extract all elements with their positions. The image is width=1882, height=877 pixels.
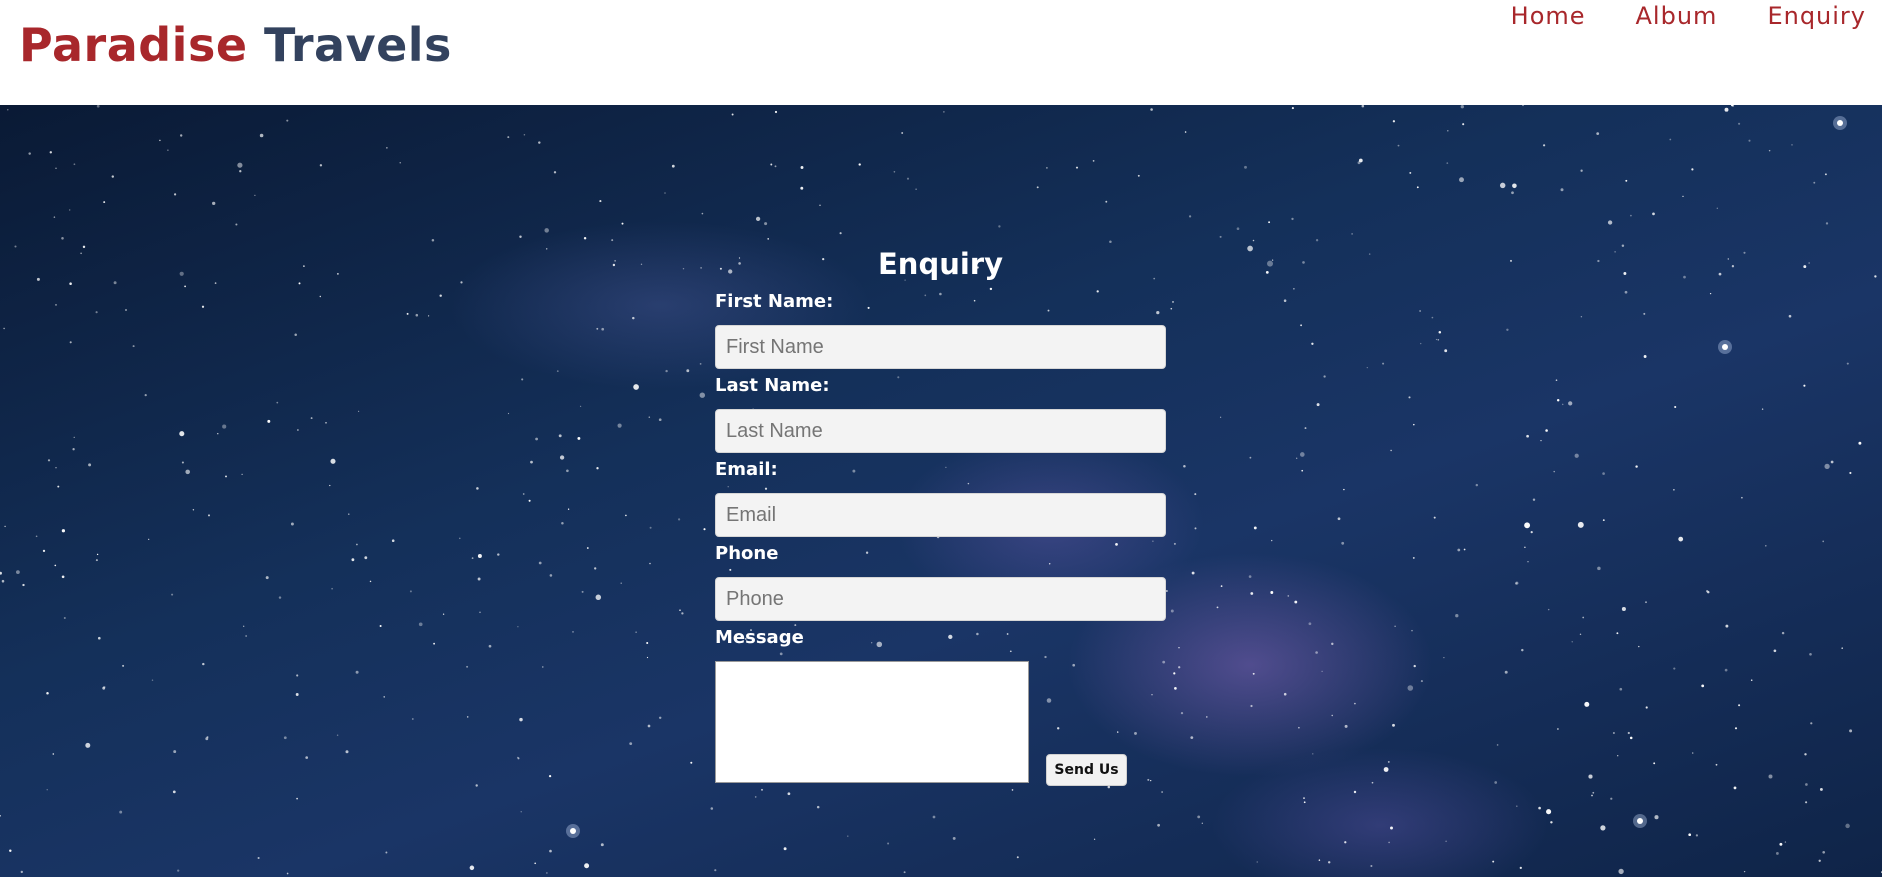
send-us-button[interactable]: Send Us [1046, 754, 1127, 786]
nav-album-link[interactable]: Album [1636, 2, 1718, 30]
form-title: Enquiry [877, 247, 1003, 281]
brand-name-travels: Travels [264, 18, 452, 72]
main-nav: Home Album Enquiry [1511, 2, 1866, 30]
site-header: Paradise Travels Home Album Enquiry [0, 0, 1882, 105]
first-name-label: First Name: [715, 291, 834, 312]
message-textarea[interactable] [715, 661, 1029, 783]
phone-label: Phone [715, 543, 779, 564]
starry-sky-background: Enquiry First Name: Last Name: Email: Ph… [0, 105, 1882, 877]
last-name-input[interactable] [715, 409, 1166, 453]
email-input[interactable] [715, 493, 1166, 537]
phone-input[interactable] [715, 577, 1166, 621]
brand-name-paradise: Paradise [19, 18, 248, 72]
message-row: Send Us [715, 650, 1166, 800]
first-name-input[interactable] [715, 325, 1166, 369]
enquiry-form: Enquiry First Name: Last Name: Email: Ph… [715, 243, 1166, 800]
nav-enquiry-link[interactable]: Enquiry [1767, 2, 1866, 30]
message-label: Message [715, 627, 804, 648]
brand-logo[interactable]: Paradise Travels [19, 18, 452, 72]
last-name-label: Last Name: [715, 375, 830, 396]
email-label: Email: [715, 459, 778, 480]
nav-home-link[interactable]: Home [1511, 2, 1586, 30]
